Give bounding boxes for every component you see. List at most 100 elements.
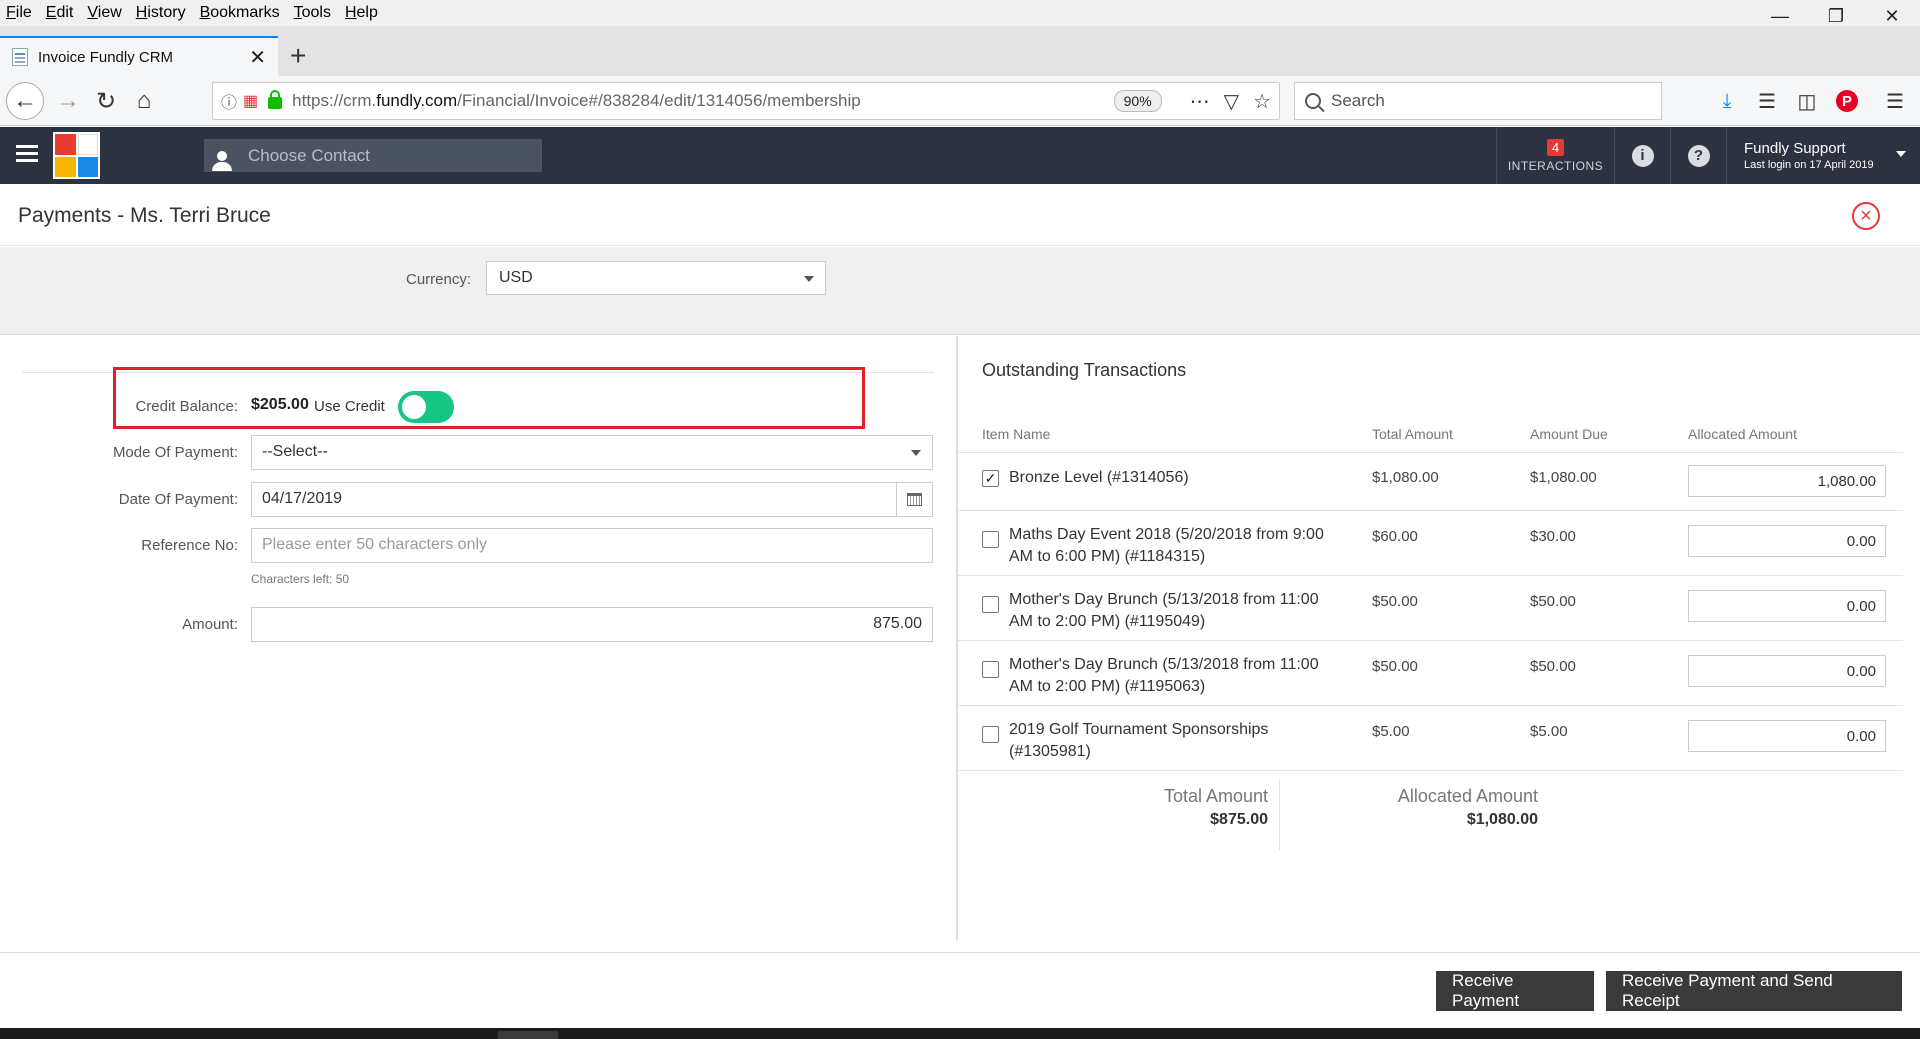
credit-balance-value: $205.00 xyxy=(251,396,309,413)
currency-select[interactable]: USD xyxy=(486,261,826,295)
bookmark-star-icon[interactable]: ☆ xyxy=(1253,89,1271,114)
allocated-amount-input[interactable]: 0.00 xyxy=(1688,590,1886,622)
interactions-button[interactable]: 4 INTERACTIONS xyxy=(1496,127,1614,184)
date-of-payment-input[interactable]: 04/17/2019 xyxy=(251,482,933,517)
back-icon[interactable]: ← xyxy=(6,82,44,120)
item-due: $50.00 xyxy=(1530,593,1576,610)
header-amount-due: Amount Due xyxy=(1530,426,1608,442)
chevron-down-icon xyxy=(911,450,921,456)
user-name: Fundly Support xyxy=(1744,140,1846,157)
search-icon xyxy=(1305,93,1321,109)
menu-history[interactable]: History xyxy=(136,4,186,22)
menu-edit[interactable]: Edit xyxy=(46,4,74,22)
allocated-amount-value: $1,080.00 xyxy=(1466,811,1538,828)
browser-menu-icon[interactable]: ☰ xyxy=(1880,86,1910,116)
menu-help[interactable]: Help xyxy=(345,4,378,22)
info-icon: i xyxy=(1631,144,1654,167)
row-checkbox[interactable] xyxy=(982,531,999,548)
page-actions-icon[interactable]: ⋯ xyxy=(1190,89,1210,114)
url-text[interactable]: https://crm.fundly.com/Financial/Invoice… xyxy=(292,91,1114,111)
total-amount-value: $875.00 xyxy=(1210,811,1268,828)
use-credit-toggle[interactable] xyxy=(398,391,454,423)
amount-value: 875.00 xyxy=(873,615,922,632)
calendar-button[interactable] xyxy=(896,483,932,516)
amount-label: Amount: xyxy=(182,616,238,633)
taskbar xyxy=(0,1028,1920,1039)
receive-payment-button[interactable]: Receive Payment xyxy=(1436,971,1594,1011)
menu-bookmarks[interactable]: Bookmarks xyxy=(200,4,280,22)
allocated-amount-input[interactable]: 0.00 xyxy=(1688,720,1886,752)
navigation-bar: ← → ↻ ⌂ ⓘ ▦ https://crm.fundly.com/Finan… xyxy=(0,76,1920,126)
menu-file[interactable]: File xyxy=(6,4,32,22)
browser-tab[interactable]: Invoice Fundly CRM ✕ xyxy=(0,36,278,76)
menu-bar: File Edit View History Bookmarks Tools H… xyxy=(0,0,1920,26)
date-of-payment-label: Date Of Payment: xyxy=(118,491,238,508)
user-menu[interactable]: Fundly Support Last login on 17 April 20… xyxy=(1726,127,1920,184)
download-icon[interactable]: ⤓ xyxy=(1712,86,1742,116)
close-icon[interactable]: × xyxy=(1852,202,1880,230)
chevron-down-icon xyxy=(1896,151,1906,157)
site-info-icon[interactable]: ⓘ xyxy=(221,89,237,113)
help-button[interactable]: ? xyxy=(1670,127,1726,184)
sidebar-icon[interactable]: ◫ xyxy=(1792,86,1822,116)
search-box[interactable]: Search xyxy=(1294,82,1662,120)
allocated-amount-input[interactable]: 0.00 xyxy=(1688,655,1886,687)
mode-of-payment-label: Mode Of Payment: xyxy=(112,444,238,461)
row-checkbox[interactable] xyxy=(982,596,999,613)
tab-close-icon[interactable]: ✕ xyxy=(249,45,266,70)
characters-left: Characters left: 50 xyxy=(251,572,350,586)
row-checkbox[interactable]: ✓ xyxy=(982,470,999,487)
new-tab-icon[interactable]: + xyxy=(290,38,306,74)
blocked-content-icon[interactable]: ▦ xyxy=(243,91,258,111)
pinterest-icon[interactable]: P xyxy=(1832,86,1862,116)
table-row: Maths Day Event 2018 (5/20/2018 from 9:0… xyxy=(958,512,1903,576)
choose-contact-input[interactable]: Choose Contact xyxy=(204,139,542,172)
interactions-label: INTERACTIONS xyxy=(1507,158,1604,173)
hamburger-menu-icon[interactable] xyxy=(16,145,38,163)
reload-icon[interactable]: ↻ xyxy=(88,83,124,119)
last-login: Last login on 17 April 2019 xyxy=(1744,159,1874,171)
pocket-icon[interactable]: ▽ xyxy=(1224,89,1239,114)
mode-of-payment-select[interactable]: --Select-- xyxy=(251,435,933,470)
item-total: $5.00 xyxy=(1372,723,1410,740)
forward-icon[interactable]: → xyxy=(50,83,86,119)
reference-no-input[interactable]: Please enter 50 characters only xyxy=(251,528,933,563)
currency-section: Currency: USD xyxy=(0,247,1920,335)
receive-payment-send-receipt-button[interactable]: Receive Payment and Send Receipt xyxy=(1606,971,1902,1011)
chevron-down-icon xyxy=(804,276,814,282)
page-favicon-icon xyxy=(12,48,28,66)
allocated-amount-input[interactable]: 1,080.00 xyxy=(1688,465,1886,497)
item-name: Mother's Day Brunch (5/13/2018 from 11:0… xyxy=(1009,656,1319,695)
home-icon[interactable]: ⌂ xyxy=(126,83,162,119)
allocated-amount-input[interactable]: 0.00 xyxy=(1688,525,1886,557)
row-checkbox[interactable] xyxy=(982,661,999,678)
menu-tools[interactable]: Tools xyxy=(294,4,331,22)
header-item-name: Item Name xyxy=(982,426,1051,442)
page-header: Payments - Ms. Terri Bruce × xyxy=(0,184,1920,246)
library-icon[interactable]: ☰ xyxy=(1752,86,1782,116)
user-icon xyxy=(204,139,240,172)
payment-form: Credit Balance: $205.00 Use Credit Mode … xyxy=(0,336,956,940)
header-total-amount: Total Amount xyxy=(1372,426,1453,442)
help-icon: ? xyxy=(1687,144,1710,167)
item-total: $50.00 xyxy=(1372,658,1418,675)
url-bar[interactable]: ⓘ ▦ https://crm.fundly.com/Financial/Inv… xyxy=(212,82,1280,120)
menu-view[interactable]: View xyxy=(87,4,121,22)
zoom-level[interactable]: 90% xyxy=(1113,90,1162,112)
search-placeholder: Search xyxy=(1331,91,1385,110)
total-amount-label: Total Amount xyxy=(1163,786,1268,806)
item-due: $30.00 xyxy=(1530,528,1576,545)
calendar-icon xyxy=(907,493,922,506)
item-total: $1,080.00 xyxy=(1372,469,1439,486)
currency-label: Currency: xyxy=(406,271,472,288)
info-button[interactable]: i xyxy=(1614,127,1670,184)
item-due: $1,080.00 xyxy=(1530,469,1597,486)
amount-input[interactable]: 875.00 xyxy=(251,607,933,642)
row-checkbox[interactable] xyxy=(982,726,999,743)
tab-title: Invoice Fundly CRM xyxy=(38,48,174,66)
credit-balance-label: Credit Balance: xyxy=(135,398,238,415)
table-row: 2019 Golf Tournament Sponsorships (#1305… xyxy=(958,707,1903,771)
reference-no-placeholder: Please enter 50 characters only xyxy=(262,536,488,553)
fundly-logo[interactable] xyxy=(53,132,100,179)
action-footer: Receive Payment Receive Payment and Send… xyxy=(0,952,1920,1028)
